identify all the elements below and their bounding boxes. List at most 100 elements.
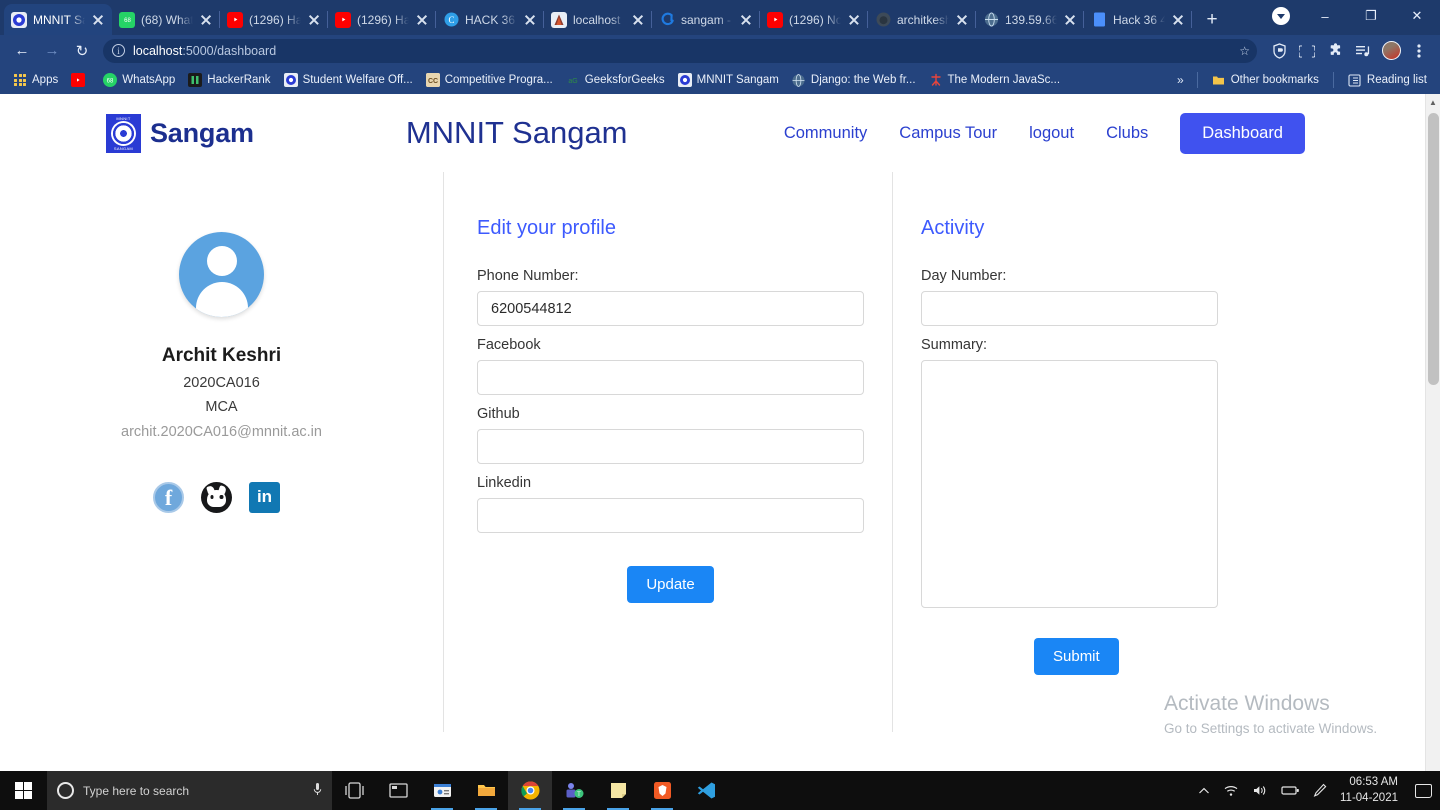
update-button[interactable]: Update [627, 566, 714, 603]
address-bar[interactable]: i localhost:5000/dashboard ☆ [103, 38, 1257, 63]
tab-title: (1296) Ha [249, 12, 301, 27]
contacts-app-icon[interactable] [420, 771, 464, 810]
brave-icon[interactable] [640, 771, 684, 810]
bookmark-modern-javascript[interactable]: The Modern JavaSc... [924, 70, 1066, 90]
nav-item-clubs[interactable]: Clubs [1106, 124, 1148, 143]
bookmarks-overflow-icon[interactable]: » [1173, 73, 1188, 87]
pen-icon[interactable] [1313, 783, 1327, 798]
svg-text:CC: CC [428, 78, 438, 85]
browser-tab[interactable]: (1296) No [760, 4, 868, 35]
summary-textarea[interactable] [921, 360, 1218, 608]
site-brand[interactable]: MNNIT SANGAM Sangam [106, 113, 254, 153]
browser-tab[interactable]: sangam - [652, 4, 760, 35]
browser-tab[interactable]: MNNIT Sa [4, 4, 112, 35]
linkedin-icon[interactable]: in [249, 482, 280, 513]
other-bookmarks-folder[interactable]: Other bookmarks [1207, 70, 1324, 90]
shield-icon[interactable] [1266, 38, 1292, 64]
github-input[interactable] [477, 429, 864, 464]
day-number-input[interactable] [921, 291, 1218, 326]
maximize-button[interactable]: ❐ [1348, 0, 1394, 32]
notifications-icon[interactable] [1415, 783, 1432, 798]
forward-button[interactable]: → [38, 38, 66, 64]
taskbar-apps: T [332, 771, 728, 810]
browser-tab[interactable]: localhost [544, 4, 652, 35]
start-button[interactable] [0, 771, 47, 810]
bookmark-geeksforgeeks[interactable]: aG GeeksforGeeks [561, 70, 670, 90]
virtual-desktop-icon[interactable] [376, 771, 420, 810]
close-icon[interactable] [523, 13, 537, 27]
bookmark-whatsapp[interactable]: 68 WhatsApp [98, 70, 180, 90]
submit-button[interactable]: Submit [1034, 638, 1119, 675]
close-icon[interactable] [631, 13, 645, 27]
reading-list-button[interactable]: Reading list [1343, 70, 1432, 90]
new-tab-button[interactable]: + [1198, 5, 1226, 33]
facebook-icon[interactable]: f [153, 482, 184, 513]
django-favicon [792, 73, 806, 87]
browser-tab[interactable]: 68 (68) What [112, 4, 220, 35]
browser-tab[interactable]: (1296) Ha [328, 4, 436, 35]
media-playlist-icon[interactable] [1350, 38, 1376, 64]
close-icon[interactable] [739, 13, 753, 27]
task-view-icon[interactable] [332, 771, 376, 810]
tab-strip: MNNIT Sa 68 (68) What (1296) Ha (1296) H… [0, 0, 1440, 35]
close-icon[interactable] [415, 13, 429, 27]
taskbar-clock[interactable]: 06:53 AM 11-04-2021 [1340, 775, 1398, 806]
close-icon[interactable] [307, 13, 321, 27]
microphone-icon[interactable] [313, 782, 322, 800]
back-button[interactable]: ← [8, 38, 36, 64]
close-icon[interactable] [955, 13, 969, 27]
close-icon[interactable] [91, 13, 105, 27]
edit-profile-form: Edit your profile Phone Number: Facebook… [443, 172, 893, 732]
kebab-menu-icon[interactable] [1406, 38, 1432, 64]
volume-icon[interactable] [1252, 784, 1268, 797]
linkedin-input[interactable] [477, 498, 864, 533]
browser-tab[interactable]: Hack 36 4 [1084, 4, 1192, 35]
scroll-up-arrow-icon[interactable]: ▲ [1426, 94, 1440, 111]
bookmark-youtube[interactable] [66, 70, 95, 90]
nav-item-logout[interactable]: logout [1029, 124, 1074, 143]
sticky-notes-icon[interactable] [596, 771, 640, 810]
profile-avatar[interactable] [1378, 38, 1404, 64]
facebook-input[interactable] [477, 360, 864, 395]
wifi-icon[interactable] [1223, 784, 1239, 797]
chrome-profile-badge[interactable] [1266, 1, 1296, 31]
teams-icon[interactable]: T [552, 771, 596, 810]
nav-item-dashboard[interactable]: Dashboard [1180, 112, 1305, 154]
github-icon[interactable] [201, 482, 232, 513]
bookmark-apps[interactable]: Apps [8, 70, 63, 90]
close-window-button[interactable]: ✕ [1394, 0, 1440, 32]
bookmark-competitive-programming[interactable]: CC Competitive Progra... [421, 70, 558, 90]
bookmark-mnnit-sangam[interactable]: MNNIT Sangam [673, 70, 784, 90]
close-icon[interactable] [1063, 13, 1077, 27]
show-hidden-icons-chevron[interactable] [1198, 786, 1210, 796]
nav-item-community[interactable]: Community [784, 124, 867, 143]
bookmark-django[interactable]: Django: the Web fr... [787, 70, 921, 90]
bookmark-star-icon[interactable]: ☆ [1239, 44, 1250, 58]
reload-button[interactable]: ↻ [68, 38, 96, 64]
vscode-icon[interactable] [684, 771, 728, 810]
page-scrollbar[interactable]: ▲ [1425, 94, 1440, 771]
browser-tab[interactable]: C HACK 36 [436, 4, 544, 35]
close-icon[interactable] [847, 13, 861, 27]
browser-tab[interactable]: 139.59.66 [976, 4, 1084, 35]
browser-tab[interactable]: architkesh [868, 4, 976, 35]
mnnit-favicon [11, 11, 27, 28]
logo-bottom-text: SANGAM [113, 145, 134, 151]
close-icon[interactable] [199, 13, 213, 27]
browser-tab[interactable]: (1296) Ha [220, 4, 328, 35]
code-braces-icon[interactable]: { } [1294, 38, 1320, 64]
bookmark-student-welfare[interactable]: Student Welfare Off... [279, 70, 418, 90]
phone-number-input[interactable] [477, 291, 864, 326]
taskbar-search[interactable]: Type here to search [47, 771, 332, 810]
extensions-puzzle-icon[interactable] [1322, 38, 1348, 64]
cc-favicon: CC [425, 73, 440, 87]
bookmark-hackerrank[interactable]: HackerRank [183, 70, 275, 90]
minimize-button[interactable]: – [1302, 0, 1348, 32]
file-explorer-icon[interactable] [464, 771, 508, 810]
close-icon[interactable] [1171, 13, 1185, 27]
scrollbar-thumb[interactable] [1428, 113, 1439, 385]
battery-icon[interactable] [1281, 785, 1300, 796]
nav-item-campus-tour[interactable]: Campus Tour [899, 124, 997, 143]
chrome-icon[interactable] [508, 771, 552, 810]
site-info-icon[interactable]: i [112, 44, 125, 57]
